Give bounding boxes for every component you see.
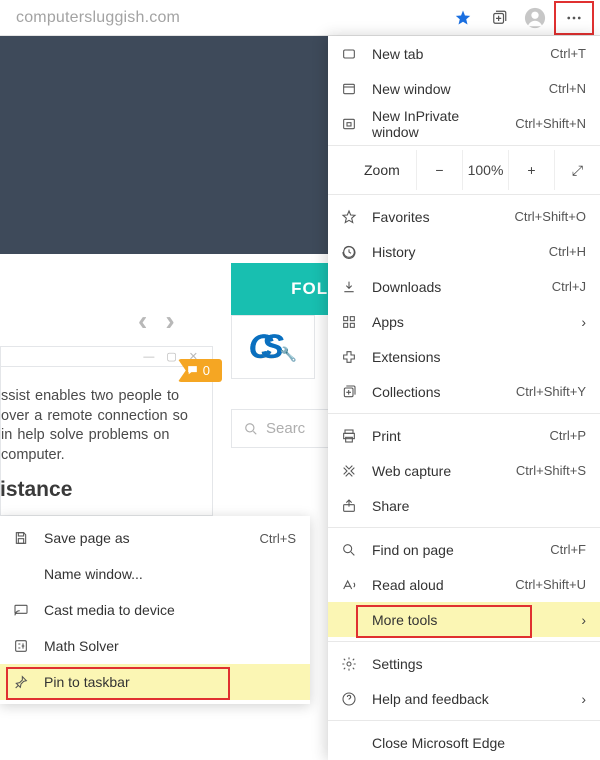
menu-new-window[interactable]: New window Ctrl+N	[328, 71, 600, 106]
chevron-left-icon[interactable]: ‹	[138, 305, 147, 337]
menu-find[interactable]: Find on page Ctrl+F	[328, 532, 600, 567]
menu-read-aloud[interactable]: Read aloud Ctrl+Shift+U	[328, 567, 600, 602]
help-icon	[340, 690, 358, 708]
maximize-icon: ▢	[166, 350, 176, 363]
menu-more-tools[interactable]: More tools ›	[328, 602, 600, 637]
menu-zoom: Zoom − 100% + ⤢	[328, 150, 600, 190]
capture-icon	[340, 462, 358, 480]
print-icon	[340, 427, 358, 445]
menu-help[interactable]: Help and feedback ›	[328, 681, 600, 716]
profile-icon[interactable]	[518, 1, 552, 35]
chevron-right-icon: ›	[581, 612, 586, 628]
menu-settings[interactable]: Settings	[328, 646, 600, 681]
zoom-in-button[interactable]: +	[508, 150, 554, 190]
minimize-icon: —	[143, 351, 154, 363]
menu-downloads[interactable]: Downloads Ctrl+J	[328, 269, 600, 304]
more-tools-submenu: Save page as Ctrl+S Name window... Cast …	[0, 516, 310, 704]
menu-favorites[interactable]: Favorites Ctrl+Shift+O	[328, 199, 600, 234]
collections-icon[interactable]	[482, 1, 516, 35]
more-menu-button[interactable]	[554, 1, 594, 35]
carousel-arrows[interactable]: ‹ ›	[138, 305, 175, 337]
submenu-cast[interactable]: Cast media to device	[0, 592, 310, 628]
search-icon	[244, 422, 258, 436]
read-aloud-icon	[340, 576, 358, 594]
menu-share[interactable]: Share	[328, 488, 600, 523]
favorites-icon	[340, 208, 358, 226]
chevron-right-icon: ›	[581, 314, 586, 330]
menu-collections[interactable]: Collections Ctrl+Shift+Y	[328, 374, 600, 409]
menu-new-tab[interactable]: New tab Ctrl+T	[328, 36, 600, 71]
menu-close-edge[interactable]: Close Microsoft Edge	[328, 725, 600, 760]
url-text: computersluggish.com	[6, 9, 446, 27]
site-logo: CS🔧	[231, 315, 315, 379]
cast-icon	[12, 601, 30, 619]
favorite-star-icon[interactable]	[446, 1, 480, 35]
menu-inprivate[interactable]: New InPrivate window Ctrl+Shift+N	[328, 106, 600, 141]
browser-context-menu: New tab Ctrl+T New window Ctrl+N New InP…	[328, 36, 600, 760]
extensions-icon	[340, 348, 358, 366]
window-icon	[340, 80, 358, 98]
post-heading: istance	[0, 478, 72, 502]
math-icon	[12, 637, 30, 655]
find-icon	[340, 541, 358, 559]
submenu-math[interactable]: Math Solver	[0, 628, 310, 664]
apps-icon	[340, 313, 358, 331]
submenu-pin-taskbar[interactable]: Pin to taskbar	[0, 664, 310, 700]
gear-icon	[340, 655, 358, 673]
menu-print[interactable]: Print Ctrl+P	[328, 418, 600, 453]
share-icon	[340, 497, 358, 515]
zoom-value: 100%	[462, 150, 508, 190]
menu-apps[interactable]: Apps ›	[328, 304, 600, 339]
chevron-right-icon: ›	[581, 691, 586, 707]
tab-icon	[340, 45, 358, 63]
save-icon	[12, 529, 30, 547]
inprivate-icon	[340, 115, 358, 133]
download-icon	[340, 278, 358, 296]
pin-icon	[12, 673, 30, 691]
card-text: ssist enables two people to over a remot…	[1, 367, 212, 471]
fullscreen-icon[interactable]: ⤢	[554, 150, 600, 190]
menu-extensions[interactable]: Extensions	[328, 339, 600, 374]
menu-history[interactable]: History Ctrl+H	[328, 234, 600, 269]
chevron-right-icon[interactable]: ›	[165, 305, 174, 337]
submenu-name-window[interactable]: Name window...	[0, 556, 310, 592]
zoom-out-button[interactable]: −	[416, 150, 462, 190]
submenu-save-as[interactable]: Save page as Ctrl+S	[0, 520, 310, 556]
menu-web-capture[interactable]: Web capture Ctrl+Shift+S	[328, 453, 600, 488]
collections-icon	[340, 383, 358, 401]
history-icon	[340, 243, 358, 261]
